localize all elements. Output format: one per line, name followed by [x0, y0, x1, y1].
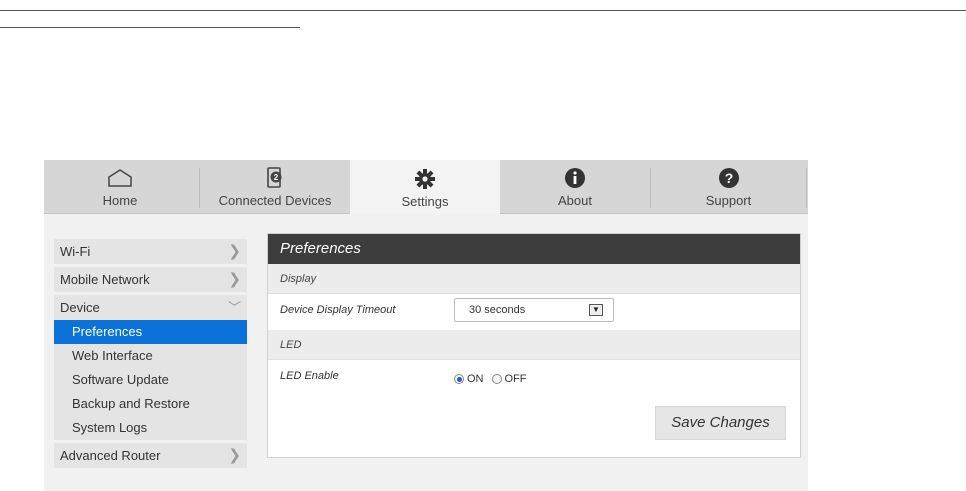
sidebar-item-label: Wi-Fi	[60, 244, 91, 259]
help-icon: ?	[718, 166, 740, 190]
led-radio-group: ON OFF	[454, 373, 535, 385]
led-on-label: ON	[467, 373, 484, 385]
sidebar-item-advanced-router[interactable]: Advanced Router ❯	[54, 443, 247, 468]
gear-icon	[414, 167, 436, 191]
chevron-right-icon: ❯	[228, 447, 241, 464]
led-off-label: OFF	[504, 373, 527, 385]
sidebar-subitem-web-interface[interactable]: Web Interface	[54, 344, 247, 368]
sidebar-subitem-software-update[interactable]: Software Update	[54, 368, 247, 392]
dropdown-arrow-icon[interactable]: ▼	[589, 304, 603, 316]
chevron-right-icon: ❯	[228, 243, 241, 260]
tab-about[interactable]: About	[500, 160, 650, 214]
led-enable-label: LED Enable	[280, 370, 339, 382]
led-enable-row: LED Enable ON OFF Save Changes	[268, 360, 800, 452]
sidebar-group-device: Device ﹀ Preferences Web Interface Softw…	[54, 295, 247, 440]
chevron-right-icon: ❯	[228, 271, 241, 288]
tab-separator	[806, 168, 807, 208]
svg-text:?: ?	[724, 170, 733, 186]
sidebar-item-device[interactable]: Device ﹀	[54, 295, 247, 320]
preferences-panel: Preferences Display Device Display Timeo…	[267, 233, 801, 458]
sidebar-item-label: Mobile Network	[60, 272, 150, 287]
tab-label: About	[558, 193, 592, 208]
tab-home[interactable]: Home	[44, 160, 196, 214]
select-value: 30 seconds	[469, 304, 526, 316]
info-icon	[564, 166, 586, 190]
main-tab-bar: Home 2 Connected Devices Settings About …	[44, 160, 808, 215]
led-off-radio[interactable]	[491, 374, 502, 384]
top-divider	[0, 10, 966, 11]
panel-title: Preferences	[268, 234, 800, 264]
save-changes-button[interactable]: Save Changes	[655, 406, 786, 440]
section-display: Display	[268, 264, 800, 294]
chevron-down-icon: ﹀	[227, 300, 241, 315]
device-count-badge: 2	[274, 173, 279, 182]
tab-settings[interactable]: Settings	[350, 160, 500, 215]
led-on-radio[interactable]	[454, 374, 464, 384]
tab-label: Home	[102, 193, 138, 208]
sidebar-subitem-preferences[interactable]: Preferences	[54, 320, 247, 344]
sidebar-item-mobile-network[interactable]: Mobile Network ❯	[54, 267, 247, 292]
sidebar-item-label: Device	[60, 300, 100, 315]
tab-label: Settings	[401, 194, 449, 209]
sidebar-item-wifi[interactable]: Wi-Fi ❯	[54, 239, 247, 264]
section-led: LED	[268, 330, 800, 360]
settings-sidebar: Wi-Fi ❯ Mobile Network ❯ Device ﹀ Prefer…	[54, 239, 247, 471]
tab-label: Connected Devices	[218, 193, 332, 208]
connected-devices-icon: 2	[266, 166, 284, 190]
tab-support[interactable]: ? Support	[651, 160, 806, 214]
home-icon	[107, 166, 133, 190]
sidebar-item-label: Advanced Router	[60, 448, 161, 463]
display-timeout-select[interactable]: 30 seconds ▼	[454, 298, 614, 322]
timeout-label: Device Display Timeout	[280, 304, 396, 316]
tab-label: Support	[705, 193, 752, 208]
tab-connected-devices[interactable]: 2 Connected Devices	[200, 160, 350, 214]
sidebar-subitem-backup-restore[interactable]: Backup and Restore	[54, 392, 247, 416]
display-timeout-row: Device Display Timeout 30 seconds ▼	[268, 294, 800, 330]
sidebar-subitem-system-logs[interactable]: System Logs	[54, 416, 247, 440]
top-sub-divider	[0, 27, 300, 28]
